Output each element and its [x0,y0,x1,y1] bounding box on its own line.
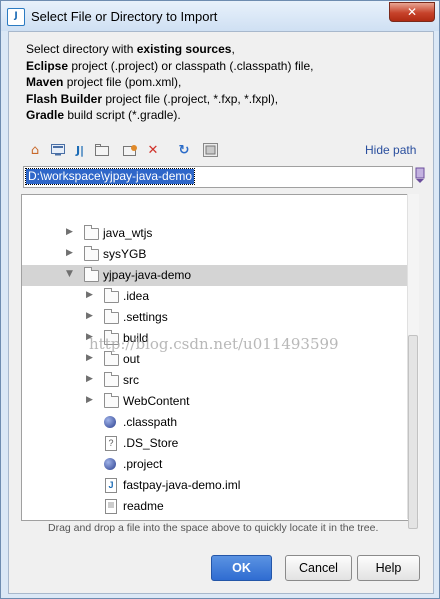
desc-text: project (.project) or classpath (.classp… [68,58,314,73]
folder-icon [104,330,119,345]
folder-icon [104,393,119,408]
drag-drop-hint: Drag and drop a file into the space abov… [48,522,379,534]
tree-row[interactable]: readme [22,496,410,517]
directory-tree[interactable]: ▶ java_wtjs ▶ sysYGB ▼ yjpay-java-demo ▶ .idea ▶… [21,194,411,521]
collapsed-arrow-icon[interactable]: ▶ [66,248,76,258]
folder-icon [84,246,99,261]
collapsed-arrow-icon[interactable]: ▶ [86,374,96,384]
close-button[interactable]: ✕ [389,2,435,22]
tree-row-label: fastpay-java-demo.iml [123,478,241,492]
collapsed-arrow-icon[interactable]: ▶ [86,311,96,321]
tree-row[interactable]: ▶ .idea [22,286,410,307]
hide-path-link[interactable]: Hide path [365,143,416,157]
collapsed-arrow-icon[interactable]: ▶ [66,227,76,237]
folder-icon [104,309,119,324]
tree-row[interactable]: Jfastpay-java-demo.iml [22,475,410,496]
tree-row[interactable]: ▶ src [22,370,410,391]
tree-row-label: YeePay_HTML.log [83,520,183,521]
tree-row[interactable]: ▼ yjpay-java-demo [22,265,410,286]
dialog-content: Select directory with existing sources, … [8,31,434,594]
path-value[interactable]: D:\workspace\yjpay-java-demo [24,168,196,185]
intellij-app-icon: J [7,8,25,26]
tree-row-label: java_wtjs [103,226,153,240]
tree-row-label: sysYGB [103,247,147,261]
tree-row[interactable]: ▶ build [22,328,410,349]
import-description: Select directory with existing sources, … [26,41,313,124]
tree-row-label: out [123,352,140,366]
tree-row[interactable]: .classpath [22,412,410,433]
desc-bold: existing sources [136,42,232,56]
tree-row[interactable]: ? .DS_Store [22,433,410,454]
desc-bold: Flash Builder [26,91,103,106]
tree-scrollbar-thumb[interactable] [408,335,418,529]
tree-row[interactable]: ▶ sysYGB [22,244,410,265]
module-icon[interactable] [94,142,110,158]
help-button[interactable]: Help [357,555,420,581]
desc-text: Select directory with [26,42,137,56]
folder-icon [84,225,99,240]
tree-row[interactable]: ▶ java_wtjs [22,223,410,244]
desc-text: project file (.project, *.fxp, *.fxpl), [102,91,279,106]
desc-text: , [231,42,235,56]
path-input[interactable]: D:\workspace\yjpay-java-demo [23,166,413,188]
collapsed-arrow-icon[interactable]: ▶ [86,290,96,300]
tree-row[interactable]: YeePay_HTML.log [22,517,410,521]
folder-icon [104,372,119,387]
home-icon[interactable]: ⌂ [27,142,43,158]
ok-button[interactable]: OK [211,555,272,581]
tree-row-label: WebContent [123,394,190,408]
tree-row[interactable]: ▶ .settings [22,307,410,328]
title-bar[interactable]: J Select File or Directory to Import ✕ [1,1,439,31]
tree-row-label: .settings [123,310,168,324]
folder-icon [104,288,119,303]
text-file-icon [65,520,77,521]
path-history-icon[interactable] [414,167,426,185]
tree-row-label: .project [123,457,163,471]
collapsed-arrow-icon[interactable]: ▶ [86,353,96,363]
project-icon[interactable]: J| [72,142,88,158]
tree-row[interactable]: ▶ out [22,349,410,370]
dialog-window: J Select File or Directory to Import ✕ S… [0,0,440,599]
unknown-file-icon: ? [105,436,117,451]
new-folder-icon[interactable] [122,142,138,158]
show-hidden-icon[interactable] [202,142,218,158]
collapsed-arrow-icon[interactable]: ▶ [86,395,96,405]
desc-text: project file (pom.xml), [63,75,182,89]
eclipse-file-icon [104,416,116,428]
tree-row[interactable]: .project [22,454,410,475]
desc-bold: Maven [26,75,64,89]
collapsed-arrow-icon[interactable]: ▶ [86,332,96,342]
desc-text: build script (*.gradle). [64,108,181,122]
desc-bold: Eclipse [26,58,69,73]
tree-row-label: yjpay-java-demo [103,268,192,282]
tree-row[interactable]: ▶ WebContent [22,391,410,412]
dialog-title: Select File or Directory to Import [31,9,218,24]
text-file-icon [105,499,117,514]
desktop-icon[interactable] [50,142,66,158]
tree-row-label: readme [123,499,164,513]
cancel-button[interactable]: Cancel [285,555,352,581]
tree-row-label: build [123,331,149,345]
tree-row-label: src [123,373,139,387]
tree-row-label: .idea [123,289,150,303]
folder-icon [84,267,99,282]
eclipse-file-icon [104,458,116,470]
refresh-icon[interactable]: ↻ [176,142,192,158]
tree-row-label: .classpath [123,415,178,429]
delete-icon[interactable]: ✕ [145,142,161,158]
folder-icon [104,351,119,366]
iml-file-icon: J [105,478,117,493]
desc-bold: Gradle [26,108,65,122]
tree-row-label: .DS_Store [123,436,179,450]
expanded-arrow-icon[interactable]: ▼ [66,269,76,279]
